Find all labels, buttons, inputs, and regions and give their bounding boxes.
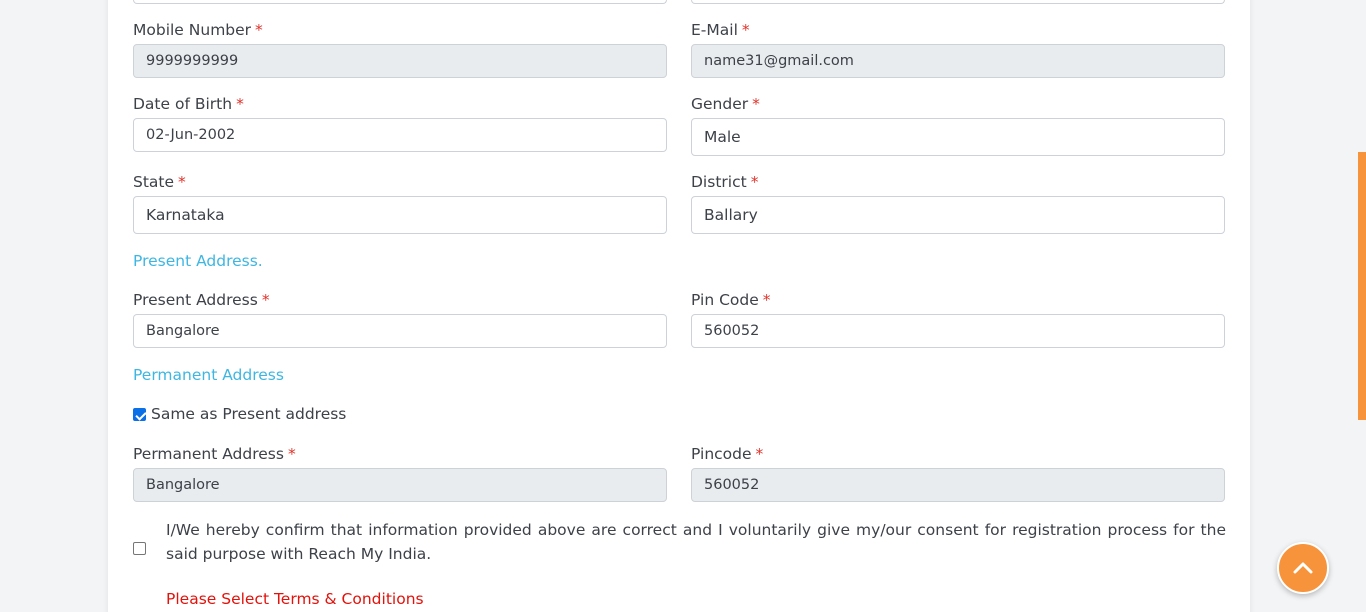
district-value: Ballary [704, 206, 758, 224]
scroll-to-top-button[interactable] [1277, 542, 1329, 594]
required-asterisk: * [178, 173, 186, 191]
pin-code-label-text: Pin Code [691, 291, 759, 309]
required-asterisk: * [741, 21, 750, 39]
district-select[interactable]: Ballary [691, 196, 1225, 234]
permanent-address-label-text: Permanent Address [133, 445, 284, 463]
chevron-up-icon [1293, 562, 1313, 574]
email-input[interactable]: name31@gmail.com [691, 44, 1225, 78]
state-label: State * [133, 173, 186, 191]
required-asterisk: * [255, 21, 263, 39]
required-asterisk: * [752, 95, 760, 113]
mobile-number-label: Mobile Number * [133, 21, 263, 39]
required-asterisk: * [236, 95, 244, 113]
same-as-present-label[interactable]: Same as Present address [151, 405, 346, 423]
mobile-number-label-text: Mobile Number [133, 21, 252, 39]
gender-select[interactable]: Male [691, 118, 1225, 156]
dob-label: Date of Birth * [133, 95, 244, 113]
dob-label-text: Date of Birth [133, 95, 233, 113]
state-select[interactable]: Karnataka [133, 196, 667, 234]
pincode-label-text: Pincode [691, 445, 752, 463]
permanent-address-heading: Permanent Address [133, 366, 284, 384]
present-address-label-text: Present Address [133, 291, 258, 309]
previous-field-left[interactable] [133, 0, 667, 4]
permanent-address-label: Permanent Address * [133, 445, 296, 463]
page-scrollbar-thumb[interactable] [1358, 152, 1366, 420]
required-asterisk: * [261, 291, 270, 309]
consent-text: I/We hereby confirm that information pro… [166, 521, 1226, 563]
required-asterisk: * [750, 173, 759, 191]
pin-code-input[interactable]: 560052 [691, 314, 1225, 348]
pin-code-label: Pin Code * [691, 291, 771, 309]
consent-checkbox[interactable] [133, 542, 146, 555]
dob-input[interactable]: 02-Jun-2002 [133, 118, 667, 152]
permanent-address-input[interactable]: Bangalore [133, 468, 667, 502]
required-asterisk: * [755, 445, 764, 463]
gender-label-text: Gender [691, 95, 749, 113]
gender-label: Gender * [691, 95, 760, 113]
permanent-address-value: Bangalore [146, 477, 220, 493]
same-as-present-checkbox[interactable] [133, 408, 146, 421]
required-asterisk: * [287, 445, 296, 463]
mobile-number-input[interactable]: 9999999999 [133, 44, 667, 78]
district-label-text: District [691, 173, 747, 191]
required-asterisk: * [762, 291, 771, 309]
pincode-label: Pincode * [691, 445, 763, 463]
email-label-text: E-Mail [691, 21, 738, 39]
state-value: Karnataka [146, 206, 225, 224]
pincode-input[interactable]: 560052 [691, 468, 1225, 502]
present-address-heading: Present Address. [133, 252, 263, 270]
gender-value: Male [704, 128, 741, 146]
terms-error-message: Please Select Terms & Conditions [166, 590, 424, 608]
email-label: E-Mail * [691, 21, 750, 39]
present-address-label: Present Address * [133, 291, 270, 309]
previous-field-right[interactable] [691, 0, 1225, 4]
district-label: District * [691, 173, 758, 191]
mobile-number-value: 9999999999 [146, 53, 239, 69]
pincode-value: 560052 [704, 477, 760, 493]
pin-code-value: 560052 [704, 323, 760, 339]
present-address-value: Bangalore [146, 323, 220, 339]
email-value: name31@gmail.com [704, 53, 854, 69]
state-label-text: State [133, 173, 175, 191]
dob-value: 02-Jun-2002 [146, 127, 236, 143]
present-address-input[interactable]: Bangalore [133, 314, 667, 348]
